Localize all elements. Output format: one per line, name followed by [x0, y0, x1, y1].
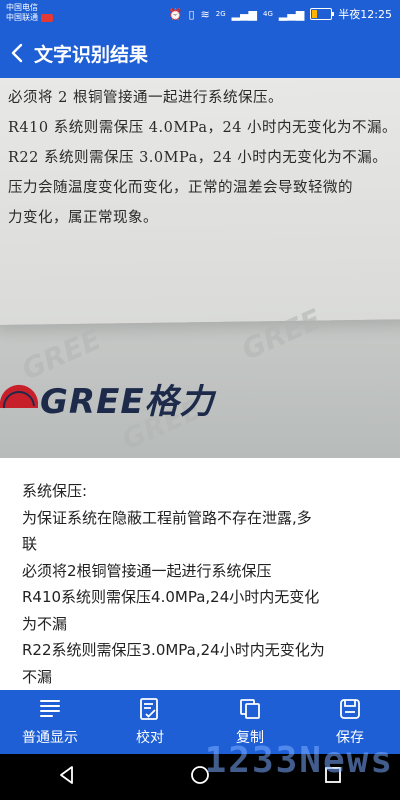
network-1-label: 2G [215, 10, 226, 18]
carrier-1: 中国电信 [6, 3, 38, 12]
gree-logo-mark [0, 384, 38, 408]
result-line: 不漏 [22, 667, 53, 686]
result-line: 必须将2根铜管接通一起进行系统保压 [22, 561, 272, 580]
carrier-2: 中国联通 [6, 13, 38, 22]
save-icon [340, 699, 360, 719]
result-line: 为保证系统在隐蔽工程前管路不存在泄露,多 [22, 508, 312, 527]
nav-back-button[interactable] [56, 764, 78, 790]
signal-2-icon: ▂▄▆ [278, 7, 305, 21]
status-bar: 中国电信 中国联通 ⏰ ▯ ≋ 2G ▂▄▆ 4G ▂▄▆ 半夜12:25 [0, 0, 400, 28]
result-line: R410系统则需保压4.0MPa,24小时内无变化 [22, 588, 320, 606]
normal-display-label: 普通显示 [22, 730, 78, 746]
clock: 半夜12:25 [338, 8, 392, 21]
page-title: 文字识别结果 [34, 43, 149, 66]
battery-icon [310, 8, 335, 20]
chevron-left-icon [11, 43, 23, 63]
result-text[interactable]: 系统保压: 为保证系统在隐蔽工程前管路不存在泄露,多 联 必须将2根铜管接通一起… [22, 478, 382, 690]
alarm-icon: ⏰ [168, 7, 183, 21]
status-icons: ⏰ ▯ ≋ 2G ▂▄▆ 4G ▂▄▆ 半夜12:25 [169, 6, 392, 22]
list-lines-icon [40, 700, 60, 717]
photo-text-line: R410 系统则需保压 4.0MPa，24 小时内无变化为不漏。 [8, 120, 398, 136]
gree-logo: GREE格力 [0, 374, 215, 423]
result-line: 联 [22, 535, 38, 553]
photo-text-line: 压力会随温度变化而变化，正常的温差会导致轻微的 [8, 180, 353, 196]
photo-text-line: R22 系统则需保压 3.0MPa，24 小时内无变化为不漏。 [8, 150, 388, 166]
network-2-label: 4G [263, 10, 273, 18]
normal-display-button[interactable]: 普通显示 [0, 690, 100, 754]
recording-icon [41, 13, 53, 22]
vibrate-icon: ▯ [188, 7, 195, 21]
captured-photo: 必须将 2 根铜管接通一起进行系统保压。 R410 系统则需保压 4.0MPa，… [0, 78, 400, 458]
wifi-icon: ≋ [200, 7, 210, 21]
edit-check-icon [140, 698, 158, 720]
result-line: 为不漏 [22, 614, 68, 633]
photo-text-line: 力变化，属正常现象。 [8, 210, 158, 226]
triangle-back-icon [59, 766, 73, 784]
proofread-button[interactable]: 校对 [100, 690, 200, 754]
brand-name: GREE格力 [40, 382, 215, 422]
recognition-result[interactable]: 系统保压: 为保证系统在隐蔽工程前管路不存在泄露,多 联 必须将2根铜管接通一起… [0, 458, 400, 690]
back-button[interactable] [0, 28, 34, 78]
site-watermark: 1233News [204, 740, 394, 781]
photo-text-line: 必须将 2 根铜管接通一起进行系统保压。 [8, 90, 283, 106]
signal-1-icon: ▂▄▆ [231, 7, 258, 21]
proofread-label: 校对 [136, 730, 164, 746]
app-bar: 文字识别结果 [0, 28, 400, 78]
result-line: 系统保压: [22, 482, 88, 500]
copy-icon [240, 699, 260, 719]
carrier-info: 中国电信 中国联通 [6, 3, 53, 23]
result-line: R22系统则需保压3.0MPa,24小时内无变化为 [22, 641, 325, 659]
